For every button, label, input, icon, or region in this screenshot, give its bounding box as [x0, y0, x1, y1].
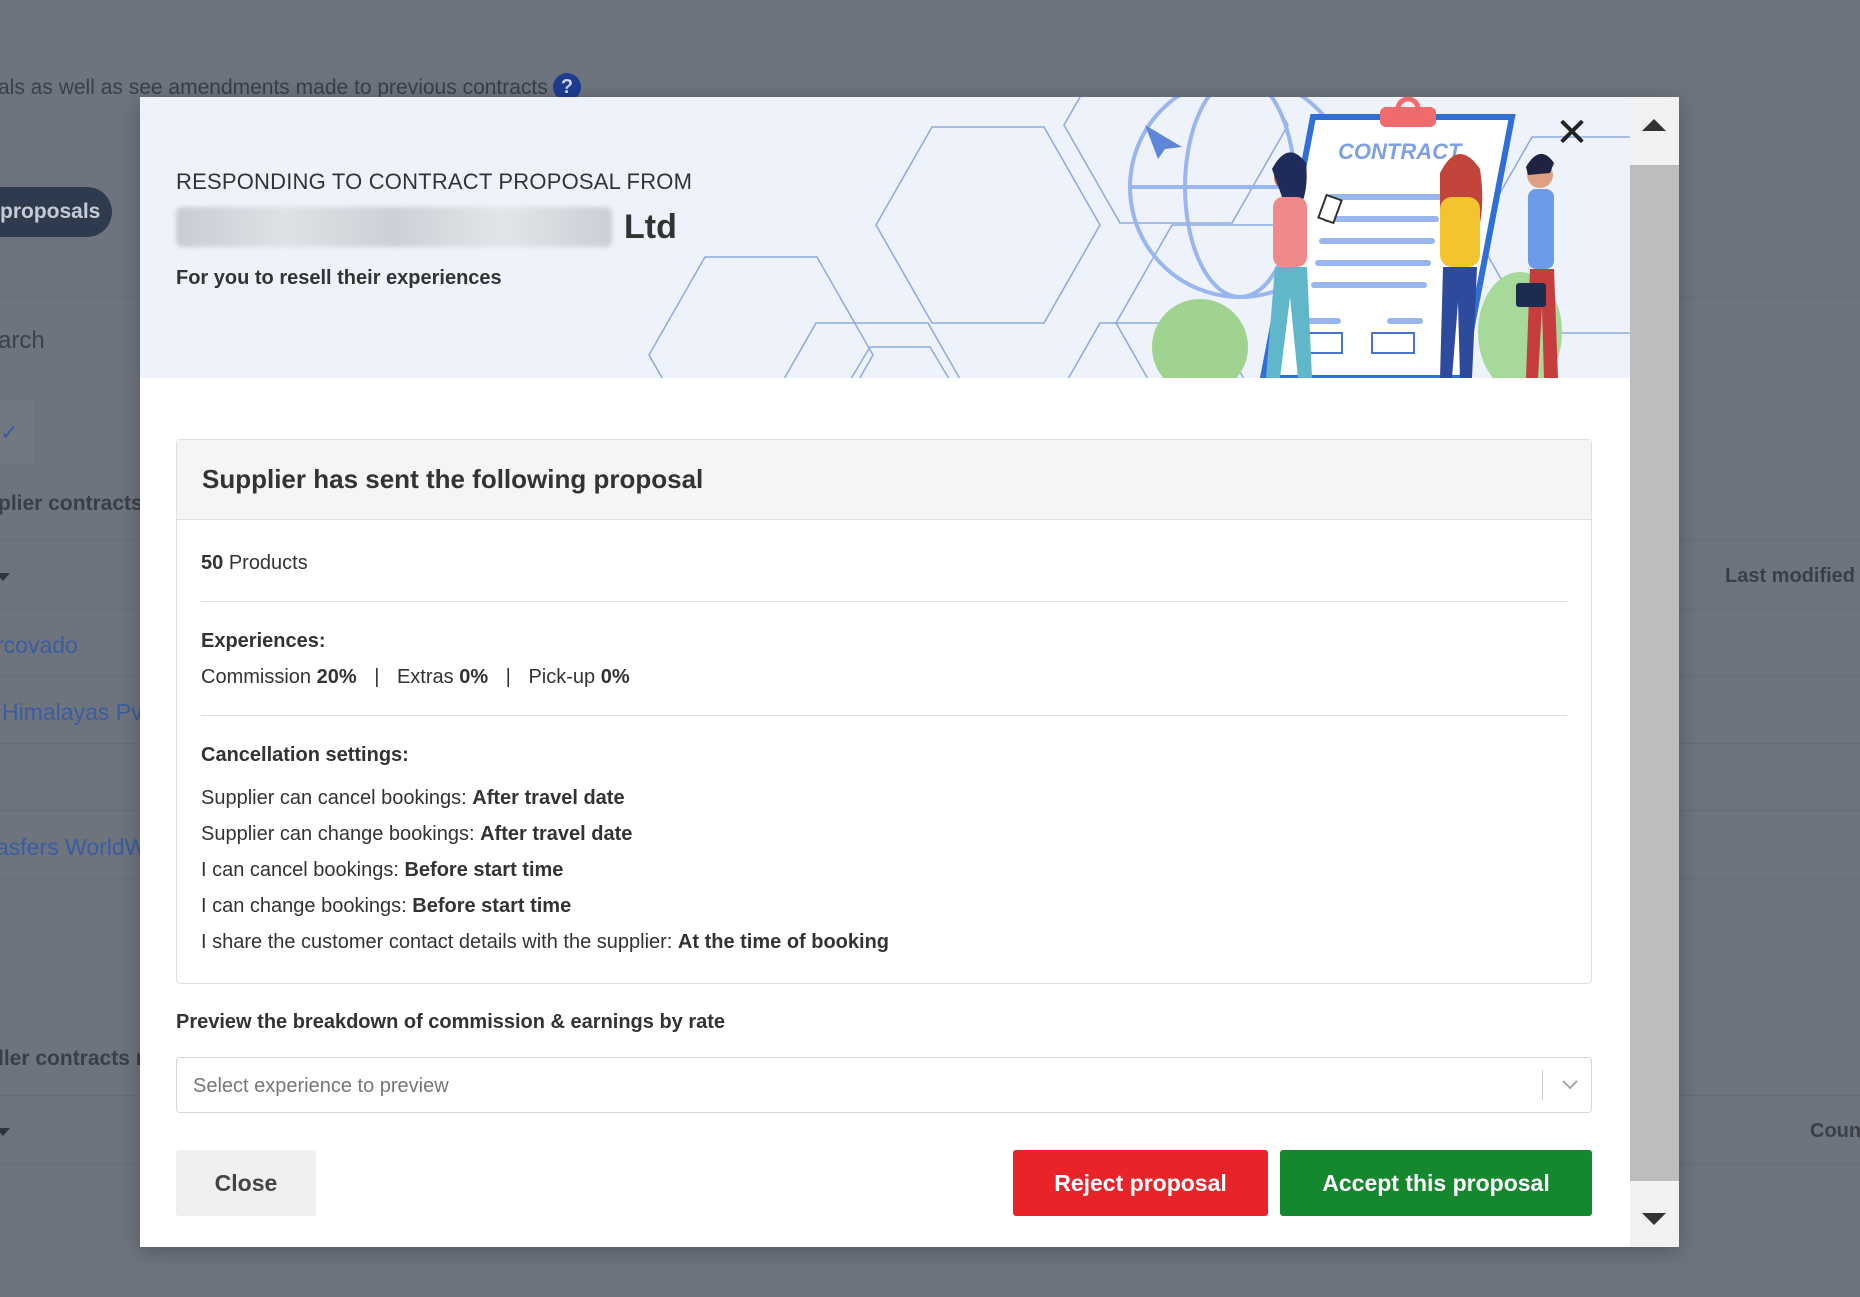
modal-scrollbar[interactable] [1630, 97, 1679, 1247]
extras-label: Extras [396, 666, 454, 688]
setting-label: Supplier can cancel bookings: [201, 787, 467, 809]
product-count: 50 [201, 552, 224, 574]
proposal-card: Supplier has sent the following proposal… [176, 439, 1592, 984]
modal-heading: RESPONDING TO CONTRACT PROPOSAL FROM [176, 169, 693, 194]
close-button[interactable]: Close [176, 1150, 316, 1216]
proposal-card-title: Supplier has sent the following proposal [177, 440, 1591, 520]
products-section: 50 Products [201, 520, 1567, 602]
setting-value: Before start time [404, 859, 564, 881]
contract-proposal-modal: CONTRACT RESPONDING TO CONTRACT PROPOSAL… [140, 97, 1679, 1247]
bg-caret-icon [0, 1128, 10, 1136]
experiences-section: Experiences: Commission 20% | Extras 0% … [201, 602, 1567, 716]
chevron-down-icon[interactable] [1558, 1072, 1582, 1096]
separator: | [505, 666, 511, 688]
bg-check-icon: ✓ [0, 400, 35, 464]
company-suffix: Ltd [624, 207, 677, 246]
modal-subheading: For you to resell their experiences [176, 267, 502, 289]
bg-caret-icon [0, 573, 10, 581]
bg-reseller-contracts-heading: ller contracts r [0, 1047, 144, 1070]
contract-illustration-label: CONTRACT [1338, 139, 1463, 164]
company-name: Ltd [176, 207, 677, 247]
bg-row-link: rcovado [0, 632, 78, 658]
commission-label: Commission [201, 666, 312, 688]
commission-value: 20% [316, 666, 357, 688]
bg-row-link: Himalayas Pvt [2, 699, 149, 725]
scroll-down-arrow-icon[interactable] [1642, 1213, 1666, 1225]
bg-row-link: asfers WorldWic [0, 834, 163, 860]
bg-country-header: Coun [1810, 1120, 1860, 1142]
experiences-title: Experiences: [201, 630, 326, 652]
setting-label: I can cancel bookings: [201, 859, 399, 881]
commission-line: Commission 20% | Extras 0% | Pick-up 0% [201, 666, 1567, 689]
setting-row: Supplier can cancel bookings: After trav… [201, 780, 1567, 816]
scrollbar-thumb[interactable] [1630, 165, 1679, 1181]
extras-value: 0% [459, 666, 489, 688]
redacted-company-name [176, 207, 612, 247]
accept-proposal-button[interactable]: Accept this proposal [1280, 1150, 1592, 1216]
pickup-value: 0% [600, 666, 630, 688]
bg-search-placeholder: arch [0, 327, 45, 354]
setting-value: Before start time [412, 895, 572, 917]
setting-value: After travel date [480, 823, 633, 845]
setting-label: Supplier can change bookings: [201, 823, 475, 845]
setting-row: Supplier can change bookings: After trav… [201, 816, 1567, 852]
setting-row: I can cancel bookings: Before start time [201, 852, 1567, 888]
bg-proposals-pill: proposals [0, 187, 112, 237]
close-icon[interactable]: ✕ [1552, 113, 1592, 153]
separator: | [374, 666, 380, 688]
pickup-label: Pick-up [528, 666, 596, 688]
product-label: Products [228, 552, 308, 574]
bg-supplier-contracts-heading: plier contracts [0, 492, 143, 515]
preview-label: Preview the breakdown of commission & ea… [176, 1011, 726, 1033]
select-placeholder: Select experience to preview [193, 1075, 449, 1097]
setting-label: I share the customer contact details wit… [201, 931, 673, 953]
setting-label: I can change bookings: [201, 895, 407, 917]
cancellation-section: Cancellation settings: Supplier can canc… [201, 716, 1567, 960]
bg-last-modified-header: Last modified [1725, 565, 1856, 587]
setting-value: After travel date [472, 787, 625, 809]
select-divider [1542, 1070, 1543, 1100]
setting-value: At the time of booking [677, 931, 890, 953]
scroll-up-arrow-icon[interactable] [1642, 119, 1666, 131]
cancellation-title: Cancellation settings: [201, 744, 409, 766]
experience-preview-select[interactable]: Select experience to preview [176, 1057, 1592, 1113]
reject-proposal-button[interactable]: Reject proposal [1013, 1150, 1268, 1216]
setting-row: I share the customer contact details wit… [201, 924, 1567, 960]
modal-banner: CONTRACT RESPONDING TO CONTRACT PROPOSAL… [140, 97, 1630, 378]
setting-row: I can change bookings: Before start time [201, 888, 1567, 924]
